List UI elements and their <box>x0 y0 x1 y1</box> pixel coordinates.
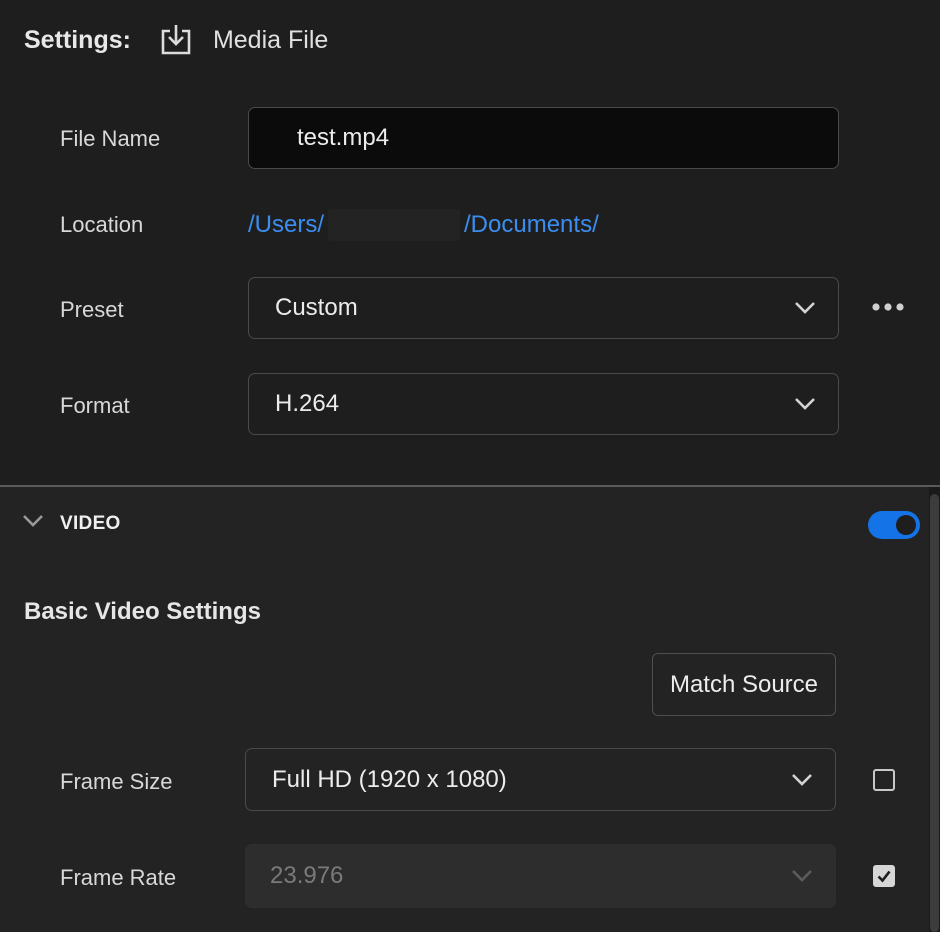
match-source-button[interactable]: Match Source <box>652 653 836 716</box>
preset-label: Preset <box>60 297 124 322</box>
frame-size-dropdown[interactable]: Full HD (1920 x 1080) <box>245 748 836 811</box>
checkmark-icon <box>877 869 891 883</box>
video-enable-toggle[interactable] <box>868 511 920 539</box>
location-path-prefix[interactable]: /Users/ <box>248 211 324 239</box>
location-path-link[interactable]: /Users/ /Documents/ <box>248 207 599 243</box>
chevron-down-icon <box>794 397 816 411</box>
video-section-title[interactable]: VIDEO <box>60 513 121 535</box>
frame-rate-checkbox[interactable] <box>873 865 895 887</box>
file-name-input[interactable]: test.mp4 <box>248 107 839 169</box>
chevron-down-icon <box>794 301 816 315</box>
basic-video-settings-title: Basic Video Settings <box>24 598 261 625</box>
settings-label: Settings: <box>24 25 131 54</box>
frame-size-label: Frame Size <box>60 769 173 794</box>
frame-rate-dropdown[interactable]: 23.976 <box>245 844 836 908</box>
location-path-redacted <box>328 209 461 241</box>
chevron-down-icon <box>791 869 813 883</box>
settings-header: Settings: Media File <box>24 20 328 60</box>
settings-panel: Settings: Media File File Name test.mp4 … <box>0 0 940 485</box>
collapse-chevron-icon[interactable] <box>22 514 44 528</box>
format-value: H.264 <box>275 390 340 417</box>
location-path-suffix[interactable]: /Documents/ <box>464 211 599 239</box>
toggle-knob <box>896 515 916 535</box>
output-type-label: Media File <box>212 25 329 54</box>
preset-value: Custom <box>275 294 358 321</box>
download-icon <box>159 23 193 57</box>
frame-size-checkbox[interactable] <box>873 769 895 791</box>
scrollbar-thumb[interactable] <box>930 494 939 932</box>
frame-rate-label: Frame Rate <box>60 865 177 890</box>
file-name-label: File Name <box>60 126 161 151</box>
format-label: Format <box>60 393 130 418</box>
more-horizontal-icon[interactable] <box>870 300 906 314</box>
frame-rate-value: 23.976 <box>270 862 344 889</box>
file-name-value: test.mp4 <box>297 124 390 151</box>
preset-dropdown[interactable]: Custom <box>248 277 839 339</box>
location-label: Location <box>60 212 144 237</box>
frame-size-value: Full HD (1920 x 1080) <box>272 765 507 793</box>
chevron-down-icon <box>791 773 813 787</box>
format-dropdown[interactable]: H.264 <box>248 373 839 435</box>
